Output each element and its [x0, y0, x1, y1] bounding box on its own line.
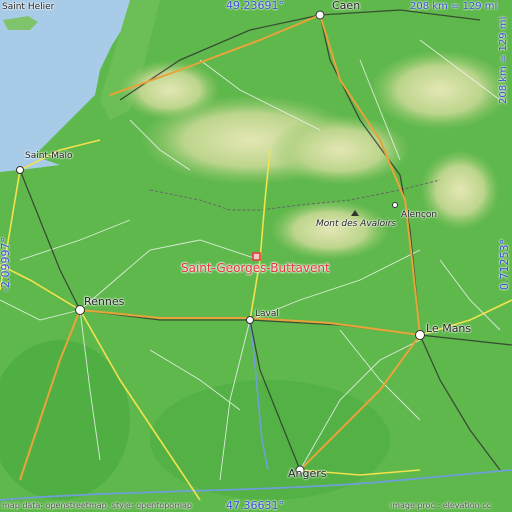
label-mont-des-avaloirs: Mont des Avaloirs — [316, 219, 397, 229]
attribution-right: image proc.: elevation.cc — [390, 501, 492, 510]
location-marker-icon — [252, 252, 261, 261]
vertical-scale: 208 km = 129 mi — [498, 16, 509, 104]
le-mans-marker — [415, 330, 425, 340]
horizontal-scale: 208 km = 129 mi — [410, 1, 498, 12]
label-angers: Angers — [288, 467, 327, 480]
lowland-loire — [150, 380, 390, 500]
upland-perche — [270, 115, 410, 185]
laval-marker — [246, 316, 254, 324]
attribution-left: map data: openstreetmap, style: opentopo… — [2, 501, 192, 510]
caen-marker — [315, 10, 325, 20]
upland-east — [370, 50, 510, 130]
top-latitude: 49.23691° — [226, 0, 284, 12]
label-caen: Caen — [332, 0, 361, 12]
label-alencon: Alençon — [401, 210, 438, 220]
topographic-map: Saint Helier Caen Saint-Malo Mont des Av… — [0, 0, 512, 512]
label-le-mans: Le Mans — [426, 322, 472, 335]
label-rennes: Rennes — [84, 295, 125, 308]
label-saint-helier: Saint Helier — [2, 2, 55, 12]
bottom-latitude: 47.36631° — [226, 499, 284, 512]
map-canvas — [0, 0, 512, 512]
left-longitude: -2.09997° — [0, 237, 12, 292]
saint-malo-marker — [16, 166, 24, 174]
place-name-label: Saint-Georges-Buttavent — [181, 261, 330, 275]
alencon-marker — [392, 202, 398, 208]
label-laval: Laval — [255, 309, 279, 319]
upland-avaloirs — [270, 200, 390, 260]
label-saint-malo: Saint-Malo — [25, 151, 73, 161]
right-longitude: 0.71253° — [498, 239, 511, 290]
